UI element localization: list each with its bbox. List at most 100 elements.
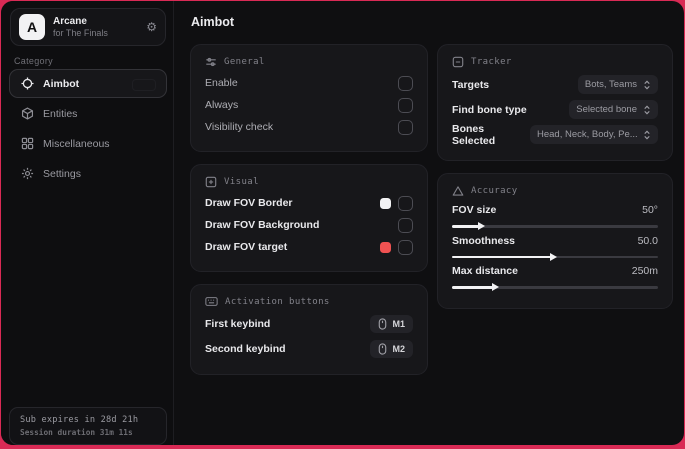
setting-label: Draw FOV Border: [205, 197, 293, 209]
subscription-card: Sub expires in 28d 21h Session duration …: [9, 407, 167, 445]
fov-border-checkbox[interactable]: [398, 195, 413, 211]
slider-label: FOV size: [452, 204, 497, 216]
select-value: Head, Neck, Body, Pe...: [537, 129, 637, 140]
always-checkbox[interactable]: [398, 97, 413, 113]
category-label: Category: [14, 56, 53, 66]
app-name: Arcane: [53, 16, 87, 28]
enable-checkbox[interactable]: [398, 75, 413, 91]
setting-row-find-bone-type: Find bone type Selected bone: [452, 97, 658, 122]
setting-row-fov-background: Draw FOV Background: [205, 214, 413, 236]
setting-row-fov-border: Draw FOV Border: [205, 192, 413, 214]
tracker-header: Tracker: [452, 56, 658, 68]
section-title: General: [224, 57, 265, 67]
select-value: Selected bone: [576, 104, 637, 115]
setting-row-enable: Enable: [205, 72, 413, 94]
setting-row-bones-selected: Bones Selected Head, Neck, Body, Pe...: [452, 122, 658, 147]
activation-header: Activation buttons: [205, 296, 413, 307]
session-duration-text: Session duration 31m 11s: [20, 428, 133, 437]
setting-row-second-keybind: Second keybind M2: [205, 336, 413, 361]
sub-expiry-text: Sub expires in 28d 21h: [20, 415, 139, 425]
max-distance-slider-block: Max distance 250m: [452, 265, 658, 292]
main-content: Aimbot General Enable Always Visibility …: [175, 1, 684, 445]
sidebar-item-aimbot[interactable]: Aimbot: [9, 69, 167, 98]
unfold-icon: [644, 105, 650, 114]
setting-row-fov-target: Draw FOV target: [205, 236, 413, 258]
keybind-value: M1: [392, 318, 405, 329]
section-title: Accuracy: [471, 186, 518, 196]
targets-select[interactable]: Bots, Teams: [577, 75, 658, 94]
visual-card: Visual Draw FOV Border Draw FOV Backgrou…: [190, 164, 428, 272]
settings-gear-icon[interactable]: ⚙: [146, 20, 157, 34]
brand-text: Arcane for The Finals: [53, 16, 146, 38]
section-title: Tracker: [471, 57, 512, 67]
setting-row-targets: Targets Bots, Teams: [452, 72, 658, 97]
fov-size-slider[interactable]: [452, 222, 658, 231]
smoothness-slider[interactable]: [452, 252, 658, 261]
slider-thumb[interactable]: [477, 222, 485, 231]
grid-icon: [21, 137, 34, 150]
section-title: Visual: [224, 177, 259, 187]
scan-icon: [452, 56, 464, 68]
setting-row-visibility-check: Visibility check: [205, 116, 413, 138]
sidebar-item-label: Settings: [43, 167, 81, 180]
sidebar: A Arcane for The Finals ⚙ Category Aimbo…: [1, 1, 174, 445]
slider-fill: [452, 252, 557, 261]
setting-label: Visibility check: [205, 121, 274, 133]
max-distance-slider[interactable]: [452, 283, 658, 292]
sidebar-item-label: Aimbot: [43, 77, 80, 90]
slider-thumb[interactable]: [492, 283, 500, 292]
setting-label: Draw FOV target: [205, 241, 288, 253]
visual-header: Visual: [205, 176, 413, 188]
slider-value: 250m: [631, 265, 658, 277]
keybind-value: M2: [392, 343, 405, 354]
find-bone-type-select[interactable]: Selected bone: [569, 100, 658, 119]
setting-row-first-keybind: First keybind M1: [205, 311, 413, 336]
slider-value: 50.0: [637, 234, 658, 247]
general-header: General: [205, 56, 413, 68]
gear-icon: [21, 167, 34, 180]
brand-card: A Arcane for The Finals ⚙: [10, 8, 166, 46]
setting-label: Draw FOV Background: [205, 219, 320, 231]
fov-background-checkbox[interactable]: [398, 217, 413, 233]
section-title: Activation buttons: [225, 296, 330, 307]
setting-label: First keybind: [205, 317, 271, 330]
accuracy-card: Accuracy FOV size 50° Smoothness 50.0 Ma…: [437, 173, 673, 309]
right-column: Tracker Targets Bots, Teams Find bone ty…: [437, 44, 673, 321]
sidebar-item-label: Miscellaneous: [43, 137, 110, 150]
unfold-icon: [644, 80, 650, 89]
activation-card: Activation buttons First keybind M1 Seco…: [190, 284, 428, 375]
setting-label: Find bone type: [452, 103, 527, 116]
sidebar-item-miscellaneous[interactable]: Miscellaneous: [9, 129, 167, 158]
fov-border-color-swatch[interactable]: [380, 197, 391, 209]
tracker-card: Tracker Targets Bots, Teams Find bone ty…: [437, 44, 673, 161]
setting-label: Always: [205, 99, 239, 111]
fov-target-color-swatch[interactable]: [380, 241, 391, 253]
second-keybind-button[interactable]: M2: [370, 339, 413, 358]
keyboard-icon: [205, 297, 218, 306]
slider-thumb[interactable]: [549, 252, 557, 261]
nav-keybind-placeholder: [132, 79, 156, 91]
setting-label: Enable: [205, 77, 238, 89]
select-value: Bots, Teams: [584, 79, 637, 90]
image-plus-icon: [205, 176, 217, 188]
sliders-icon: [206, 57, 216, 67]
left-column: General Enable Always Visibility check V…: [190, 44, 428, 387]
general-card: General Enable Always Visibility check: [190, 44, 428, 152]
fov-target-checkbox[interactable]: [398, 239, 413, 255]
sidebar-item-entities[interactable]: Entities: [9, 99, 167, 128]
visibility-check-checkbox[interactable]: [398, 119, 413, 135]
sidebar-item-settings[interactable]: Settings: [9, 159, 167, 188]
first-keybind-button[interactable]: M1: [370, 314, 413, 333]
fov-size-slider-block: FOV size 50°: [452, 204, 658, 231]
mouse-icon: [379, 317, 387, 330]
setting-label: Targets: [452, 78, 490, 91]
setting-row-always: Always: [205, 94, 413, 116]
slider-label: Max distance: [452, 265, 518, 277]
accuracy-header: Accuracy: [452, 185, 658, 197]
unfold-icon: [644, 130, 650, 139]
bones-selected-select[interactable]: Head, Neck, Body, Pe...: [530, 125, 658, 144]
triangle-icon: [452, 186, 464, 196]
setting-label: Second keybind: [205, 342, 286, 355]
slider-fill: [452, 222, 485, 231]
app-window: A Arcane for The Finals ⚙ Category Aimbo…: [1, 1, 684, 445]
